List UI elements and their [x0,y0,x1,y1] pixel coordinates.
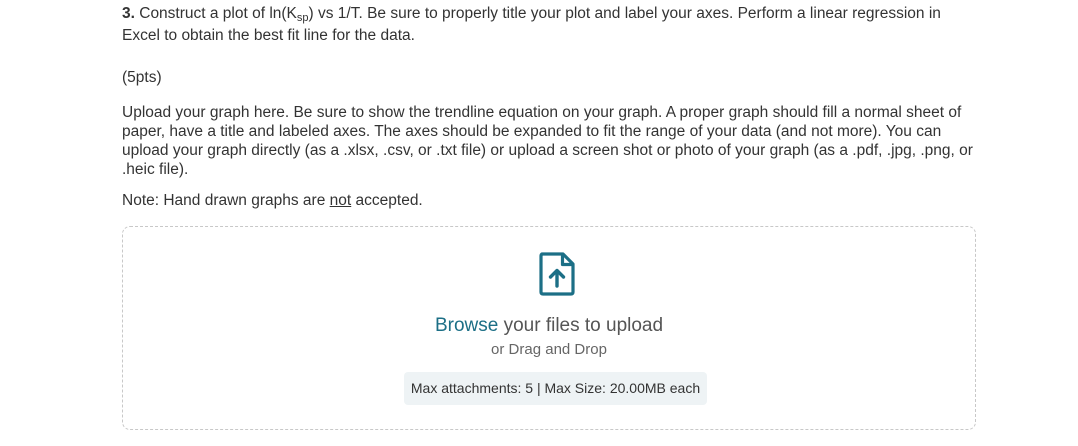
browse-prompt: Browse your files to upload [123,314,975,338]
file-dropzone[interactable]: Browse your files to upload or Drag and … [122,226,976,430]
points-label: (5pts) [122,69,162,86]
question-text-part1: Construct a plot of ln(K [134,5,297,22]
note-prefix: Note: Hand drawn graphs are [122,192,330,209]
question-number: 3. [122,5,135,22]
note-suffix: accepted. [351,192,423,209]
browse-suffix: your files to upload [498,315,664,336]
question-subscript: sp [296,12,309,24]
question-text: 3. Construct a plot of ln(Ksp) vs 1/T. B… [122,3,982,47]
browse-link[interactable]: Browse [435,315,498,336]
drag-drop-label: or Drag and Drop [491,341,607,358]
note-text: Note: Hand drawn graphs are not accepted… [122,191,982,211]
attachment-limits-badge: Max attachments: 5 | Max Size: 20.00MB e… [404,372,707,405]
question-content: 3. Construct a plot of ln(Ksp) vs 1/T. B… [122,0,982,211]
note-emphasis: not [329,192,352,209]
file-upload-icon [539,252,575,296]
upload-instructions: Upload your graph here. Be sure to show … [122,104,973,178]
